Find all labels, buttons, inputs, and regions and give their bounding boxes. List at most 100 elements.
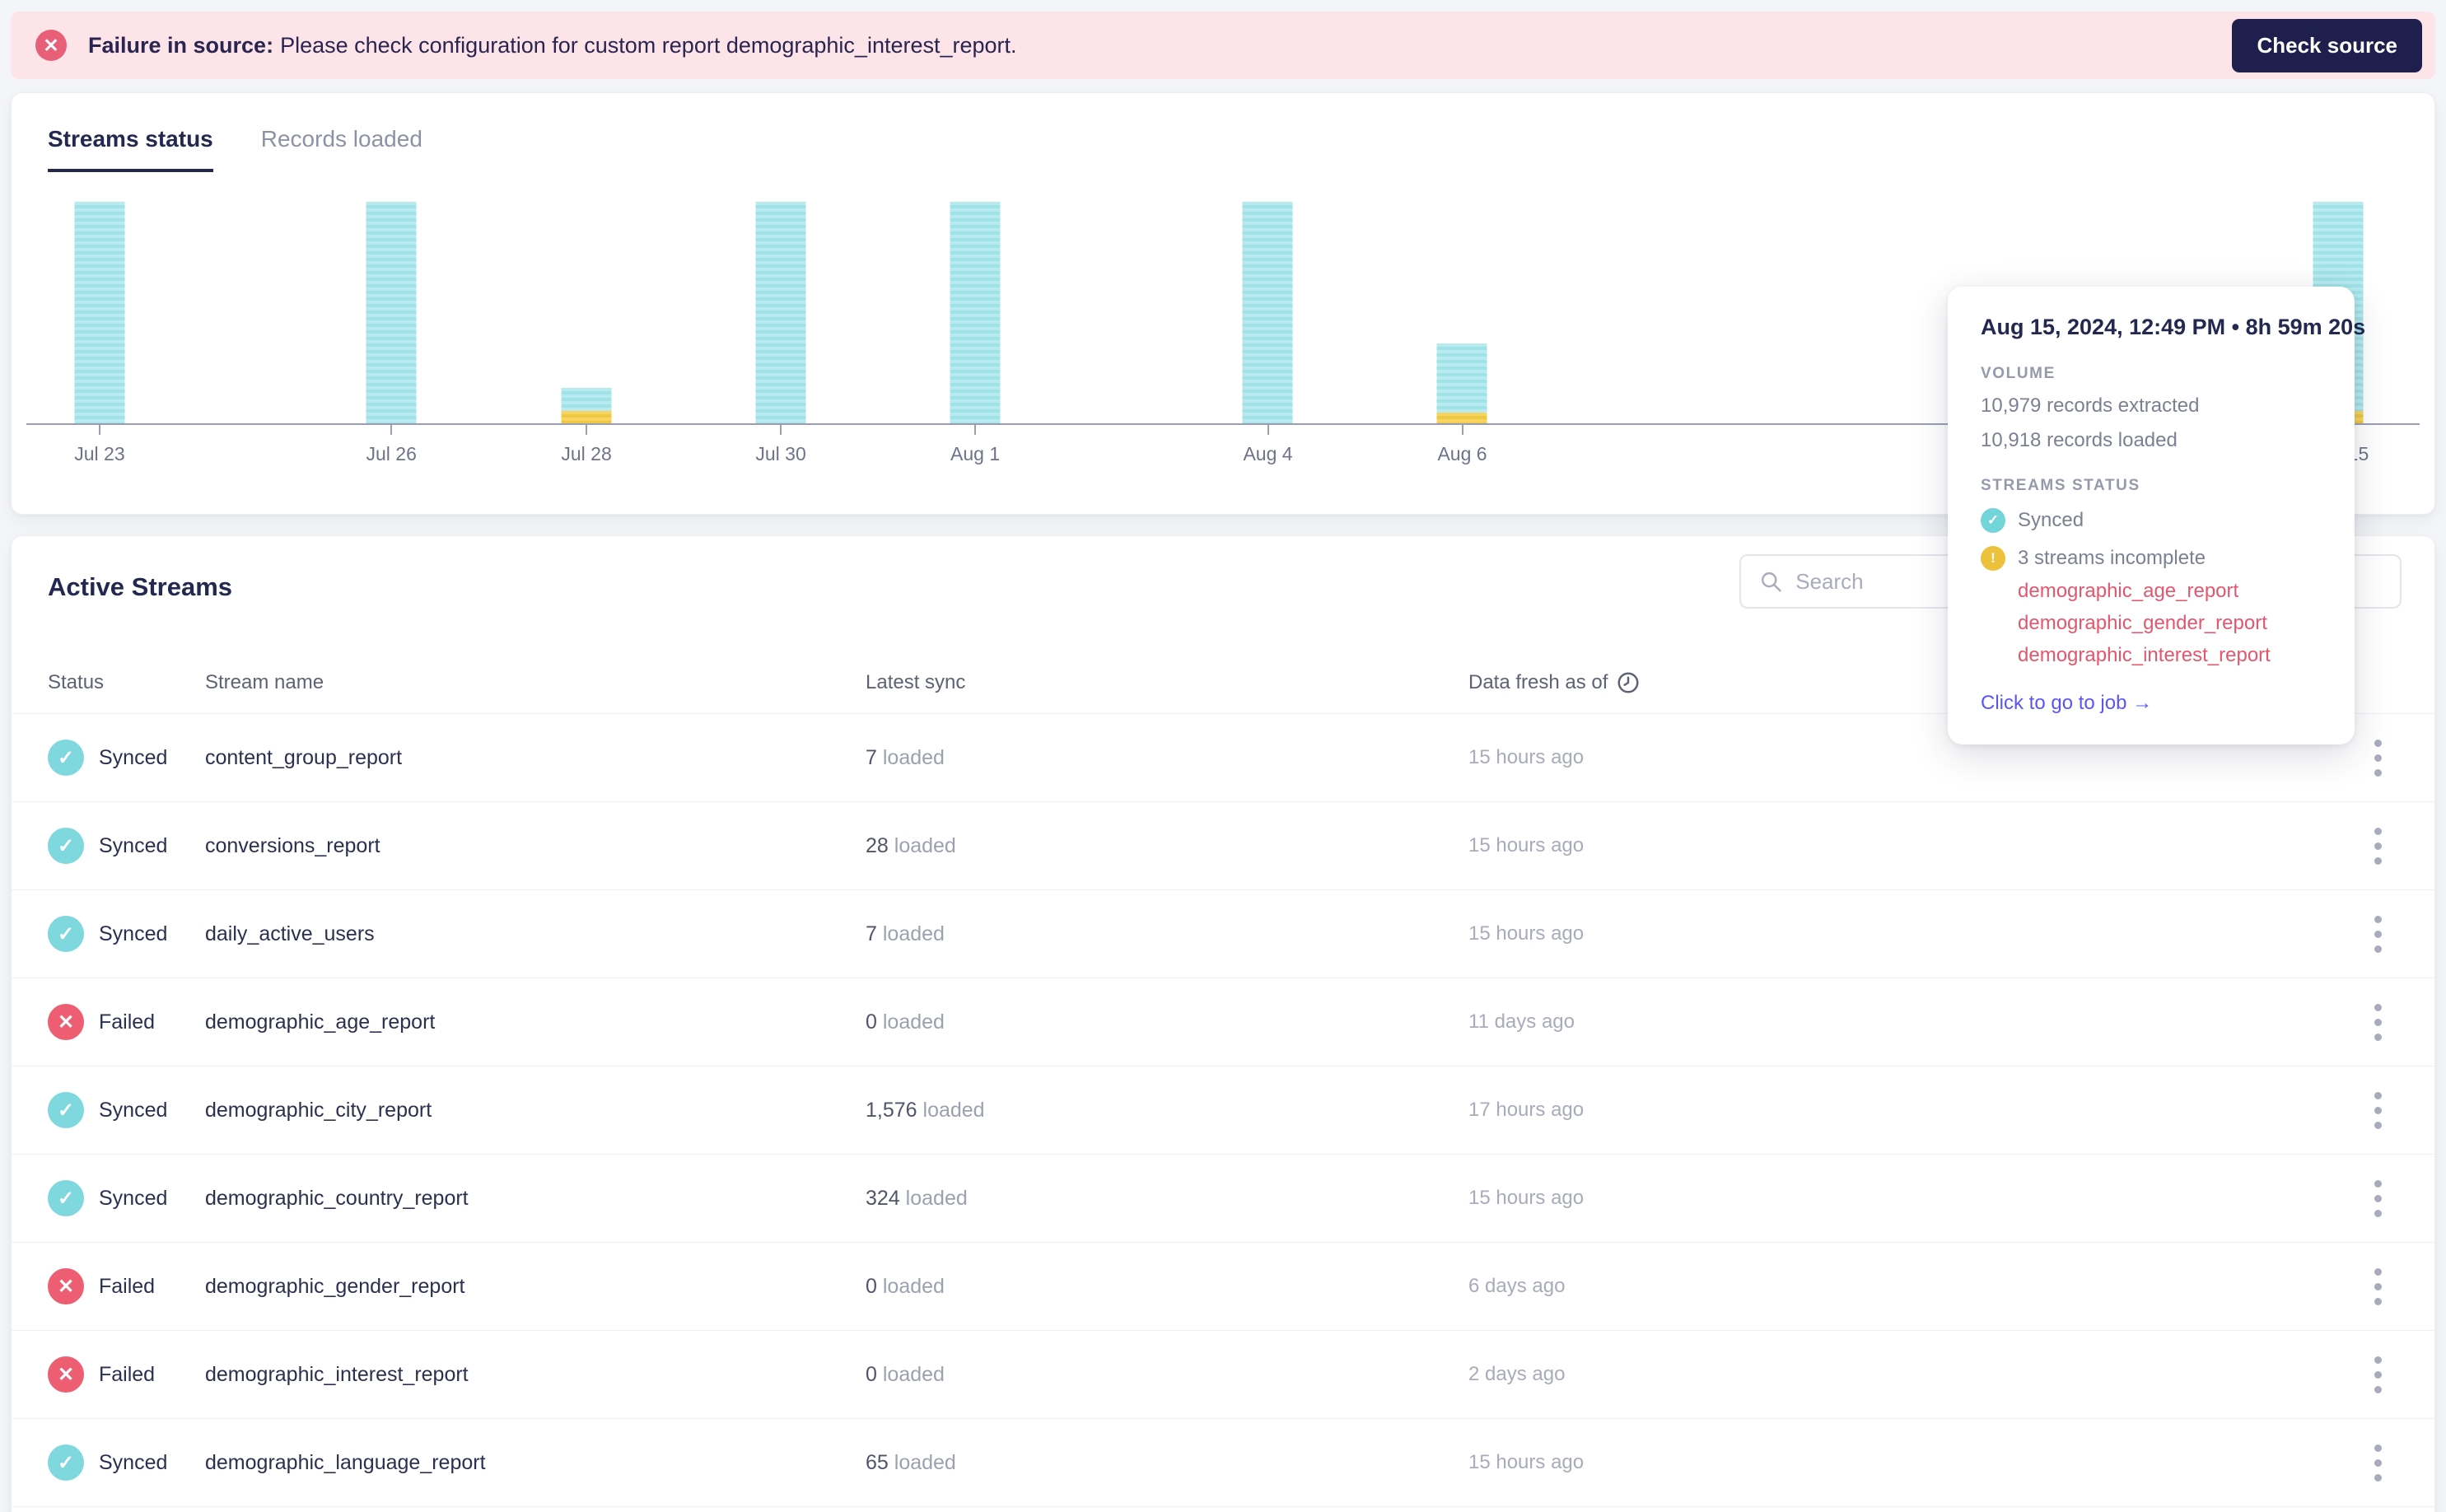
loaded-value: 324 xyxy=(866,1186,900,1210)
failed-icon: ✕ xyxy=(48,1268,84,1304)
row-menu-kebab-icon[interactable] xyxy=(2369,1263,2387,1310)
fresh-value: 15 hours ago xyxy=(1468,746,1585,768)
fresh-value: 11 days ago xyxy=(1468,1010,1575,1033)
sync-bar-aug-1[interactable] xyxy=(950,202,1001,423)
go-to-job-link[interactable]: Click to go to job → xyxy=(1981,692,2152,715)
bar-synced-segment xyxy=(755,202,806,423)
loaded-value: 1,576 xyxy=(866,1098,917,1122)
axis-label: Jul 23 xyxy=(74,443,125,464)
synced-icon: ✓ xyxy=(48,916,84,952)
streams-table: Status Stream name Latest sync Data fres… xyxy=(12,651,2434,1507)
synced-check-icon: ✓ xyxy=(1981,508,2005,533)
axis-tick xyxy=(780,425,782,435)
sync-bar-aug-6[interactable] xyxy=(1436,202,1487,423)
row-menu-kebab-icon[interactable] xyxy=(2369,1087,2387,1134)
loaded-unit: loaded xyxy=(882,922,945,945)
fresh-value: 15 hours ago xyxy=(1468,834,1585,856)
header-stream-name: Stream name xyxy=(205,670,324,693)
error-circle-icon: ✕ xyxy=(35,30,67,61)
loaded-value: 28 xyxy=(866,833,889,857)
row-menu-kebab-icon[interactable] xyxy=(2369,1175,2387,1222)
loaded-unit: loaded xyxy=(882,745,945,769)
status-label: Synced xyxy=(99,1186,168,1210)
row-menu-kebab-icon[interactable] xyxy=(2369,735,2387,782)
synced-icon: ✓ xyxy=(48,1092,84,1128)
banner-message: Failure in source: Please check configura… xyxy=(88,33,1017,58)
stream-name: demographic_language_report xyxy=(205,1450,486,1474)
bar-synced-segment xyxy=(561,387,612,411)
incomplete-stream-link[interactable]: demographic_gender_report xyxy=(2018,612,2322,635)
row-menu-kebab-icon[interactable] xyxy=(2369,1351,2387,1398)
loaded-unit: loaded xyxy=(882,1274,945,1298)
clock-icon xyxy=(1617,672,1639,693)
incomplete-stream-link[interactable]: demographic_interest_report xyxy=(2018,644,2322,667)
loaded-unit: loaded xyxy=(922,1098,985,1122)
synced-icon: ✓ xyxy=(48,1180,84,1216)
status-label: Failed xyxy=(99,1010,156,1034)
failed-icon: ✕ xyxy=(48,1356,84,1393)
axis-label: Aug 4 xyxy=(1243,443,1293,464)
fresh-value: 15 hours ago xyxy=(1468,1451,1585,1473)
bar-synced-segment xyxy=(366,202,417,423)
tooltip-incomplete-label: 3 streams incomplete xyxy=(2018,547,2206,569)
stream-name: conversions_report xyxy=(205,833,380,857)
tab-streams-status[interactable]: Streams status xyxy=(48,126,213,172)
loaded-value: 7 xyxy=(866,922,877,945)
axis-label: Aug 6 xyxy=(1437,443,1487,464)
banner-message-text: Please check configuration for custom re… xyxy=(280,32,1017,58)
sync-bar-jul-26[interactable] xyxy=(366,202,417,423)
failed-icon: ✕ xyxy=(48,1004,84,1040)
synced-icon: ✓ xyxy=(48,828,84,864)
incomplete-stream-link[interactable]: demographic_age_report xyxy=(2018,580,2322,603)
table-row: ✕ Failed demographic_interest_report 0 l… xyxy=(12,1331,2434,1419)
axis-tick xyxy=(390,425,393,435)
stream-name: demographic_interest_report xyxy=(205,1362,469,1386)
status-label: Failed xyxy=(99,1274,156,1298)
loaded-value: 0 xyxy=(866,1010,877,1034)
table-row: ✕ Failed demographic_gender_report 0 loa… xyxy=(12,1243,2434,1331)
table-row: ✓ Synced daily_active_users 7 loaded 15 … xyxy=(12,890,2434,978)
tab-records-loaded[interactable]: Records loaded xyxy=(261,126,422,172)
chart-tabs: Streams status Records loaded xyxy=(12,93,2434,172)
header-latest-sync: Latest sync xyxy=(866,670,966,693)
table-row: ✓ Synced demographic_country_report 324 … xyxy=(12,1155,2434,1243)
status-label: Synced xyxy=(99,922,168,945)
row-menu-kebab-icon[interactable] xyxy=(2369,823,2387,870)
sync-bar-jul-23[interactable] xyxy=(74,202,125,423)
table-body: ✓ Synced content_group_report 7 loaded 1… xyxy=(12,714,2434,1507)
loaded-unit: loaded xyxy=(894,1450,956,1474)
tooltip-synced-label: Synced xyxy=(2018,509,2084,531)
row-menu-kebab-icon[interactable] xyxy=(2369,911,2387,958)
sync-bar-jul-30[interactable] xyxy=(755,202,806,423)
check-source-button[interactable]: Check source xyxy=(2232,18,2422,72)
bar-synced-segment xyxy=(950,202,1001,423)
status-label: Failed xyxy=(99,1362,156,1386)
fresh-value: 17 hours ago xyxy=(1468,1099,1585,1121)
loaded-value: 0 xyxy=(866,1362,877,1386)
loaded-unit: loaded xyxy=(882,1010,945,1034)
axis-label: Jul 30 xyxy=(755,443,806,464)
sync-tooltip: Aug 15, 2024, 12:49 PM • 8h 59m 20s VOLU… xyxy=(1948,287,2365,744)
sync-bar-jul-28[interactable] xyxy=(561,202,612,423)
row-menu-kebab-icon[interactable] xyxy=(2369,1440,2387,1486)
axis-tick xyxy=(974,425,977,435)
sync-bar-aug-4[interactable] xyxy=(1242,202,1293,423)
banner-message-bold: Failure in source: xyxy=(88,32,274,58)
header-data-fresh-label: Data fresh as of xyxy=(1468,670,1608,693)
bar-incomplete-segment xyxy=(1436,413,1487,423)
section-title: Active Streams xyxy=(48,572,233,601)
tooltip-records-loaded: 10,918 records loaded xyxy=(1981,429,2178,451)
fresh-value: 15 hours ago xyxy=(1468,1187,1585,1209)
row-menu-kebab-icon[interactable] xyxy=(2369,999,2387,1046)
synced-icon: ✓ xyxy=(48,1444,84,1481)
axis-label: Jul 26 xyxy=(366,443,417,464)
axis-tick xyxy=(586,425,588,435)
warning-icon: ! xyxy=(1981,546,2005,571)
loaded-unit: loaded xyxy=(894,833,956,857)
stream-name: daily_active_users xyxy=(205,922,375,945)
stream-name: demographic_gender_report xyxy=(205,1274,465,1298)
status-label: Synced xyxy=(99,833,168,857)
status-label: Synced xyxy=(99,1450,168,1474)
axis-tick xyxy=(1267,425,1269,435)
axis-label: Aug 1 xyxy=(950,443,1001,464)
